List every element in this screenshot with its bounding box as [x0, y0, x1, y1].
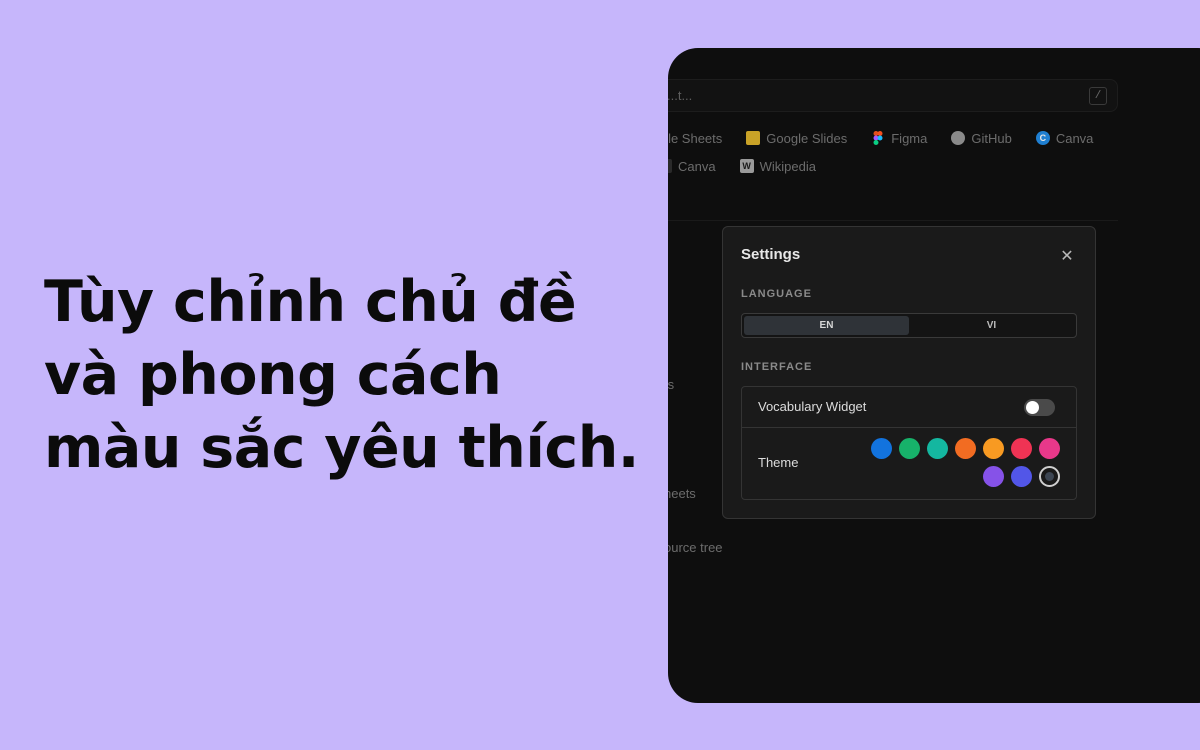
- theme-color-swatch[interactable]: [927, 438, 948, 459]
- canva-icon: C: [1035, 131, 1050, 145]
- google-slides-icon: [746, 131, 761, 145]
- theme-color-swatch[interactable]: [871, 438, 892, 459]
- theme-color-swatch[interactable]: [955, 438, 976, 459]
- search-bar[interactable]: ...t... /: [668, 79, 1118, 112]
- bookmark-label: Canva: [678, 158, 716, 174]
- divider: [668, 220, 1118, 221]
- bookmark-label: Canva: [1055, 130, 1094, 146]
- close-icon[interactable]: ✕: [1059, 249, 1075, 265]
- headline-line-1: Tùy chỉnh chủ đề: [44, 269, 577, 335]
- toggle-knob: [1026, 401, 1039, 414]
- headline-line-2: và phong cách: [44, 342, 502, 408]
- background-item-text: heets: [668, 486, 696, 501]
- bookmark-label: Wikipedia: [759, 158, 816, 174]
- theme-color-swatch[interactable]: [1039, 466, 1060, 487]
- headline: Tùy chỉnh chủ đề và phong cách màu sắc y…: [44, 266, 644, 485]
- vocabulary-widget-label: Vocabulary Widget: [758, 399, 867, 414]
- dialog-title: Settings: [741, 246, 801, 263]
- github-icon: [951, 131, 966, 145]
- interface-panel: Vocabulary Widget Theme: [741, 386, 1077, 500]
- search-input[interactable]: ...t...: [668, 88, 692, 103]
- theme-label: Theme: [758, 455, 799, 470]
- theme-color-swatch[interactable]: [1011, 438, 1032, 459]
- bookmark-canva-2[interactable]: Canva: [668, 159, 716, 174]
- bookmark-wikipedia[interactable]: W Wikipedia: [739, 158, 816, 174]
- bookmark-canva[interactable]: C Canva: [1035, 130, 1094, 146]
- language-option-en[interactable]: EN: [744, 316, 909, 335]
- bookmark-label: GitHub: [971, 130, 1012, 146]
- bookmark-label: Figma: [891, 130, 928, 146]
- language-option-vi[interactable]: VI: [909, 316, 1074, 335]
- settings-dialog: Settings ✕ LANGUAGE EN VI INTERFACE Voca…: [722, 226, 1096, 519]
- theme-color-swatch[interactable]: [899, 438, 920, 459]
- bookmarks-row-2: Canva W Wikipedia: [668, 156, 840, 176]
- language-toggle: EN VI: [741, 313, 1077, 338]
- headline-line-3: màu sắc yêu thích.: [44, 415, 639, 481]
- theme-color-swatch[interactable]: [983, 438, 1004, 459]
- vocabulary-widget-row: Vocabulary Widget: [742, 387, 1076, 428]
- theme-color-swatch[interactable]: [1039, 438, 1060, 459]
- theme-color-swatch[interactable]: [983, 466, 1004, 487]
- bookmark-github[interactable]: GitHub: [951, 130, 1012, 146]
- canva-icon: [668, 159, 672, 173]
- theme-color-swatch[interactable]: [1011, 466, 1032, 487]
- vocabulary-widget-toggle[interactable]: [1024, 399, 1055, 416]
- bookmark-google-sheets[interactable]: ...gle Sheets: [668, 131, 722, 146]
- background-item-text: ource tree: [668, 540, 723, 555]
- bookmark-label: ...gle Sheets: [668, 130, 723, 146]
- background-item-text: ts: [668, 377, 675, 392]
- bookmark-figma[interactable]: Figma: [871, 131, 927, 146]
- language-section-label: LANGUAGE: [741, 288, 812, 300]
- wikipedia-icon: W: [739, 159, 754, 173]
- bookmark-label: Google Slides: [766, 130, 848, 146]
- search-shortcut-key: /: [1089, 87, 1107, 105]
- bookmark-google-slides[interactable]: Google Slides: [746, 131, 847, 146]
- bookmarks-row-1: ...gle Sheets Google Slides Figma GitHub: [668, 128, 1117, 148]
- interface-section-label: INTERFACE: [741, 361, 813, 373]
- figma-icon: [871, 131, 885, 145]
